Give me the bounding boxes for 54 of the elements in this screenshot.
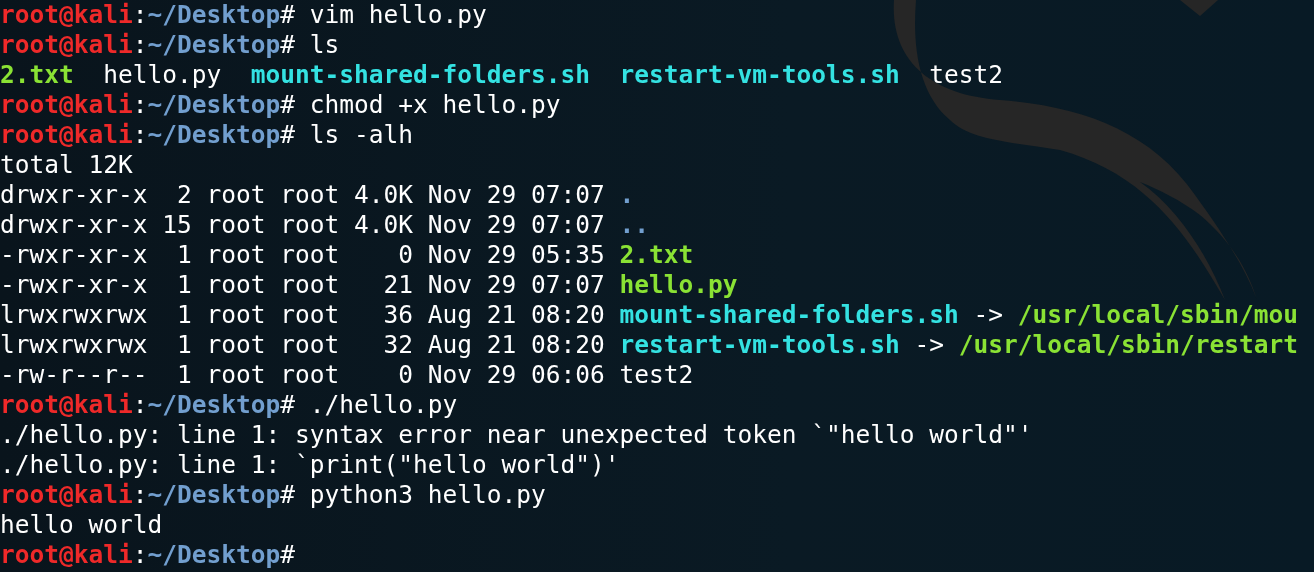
prompt-path: ~/Desktop [147,540,281,569]
file-name: 2.txt [0,60,75,89]
terminal-text: # python3 hello.py [280,480,546,509]
terminal-text: -> [914,330,946,359]
terminal-text: : [132,390,148,419]
terminal-text: lrwxrwxrwx 1 root root 36 Aug 21 08:20 [0,300,606,329]
terminal-text: -rw-r--r-- 1 root root 0 Nov 29 06:06 test2 [0,360,694,389]
prompt-path: ~/Desktop [147,120,281,149]
terminal-text: ./hello.py: line 1: syntax error near unexpected token `"hello world"' [0,420,1033,449]
link-name: mount-shared-folders.sh [250,60,592,89]
prompt-path: ~/Desktop [147,390,281,419]
terminal-text: : [132,540,148,569]
prompt-user: root@kali [0,90,133,119]
directory-name: .. [619,210,650,239]
prompt-path: ~/Desktop [147,480,281,509]
link-name: restart-vm-tools.sh [619,60,901,89]
terminal-text: : [132,0,148,29]
prompt-user: root@kali [0,540,133,569]
directory-name: . [619,180,635,209]
terminal-text: hello.py [103,60,223,89]
terminal-text: : [132,120,148,149]
file-name: 2.txt [619,240,694,269]
terminal-text: # ls -alh [280,120,414,149]
terminal-text: lrwxrwxrwx 1 root root 32 Aug 21 08:20 [0,330,606,359]
terminal-text: : [132,30,148,59]
terminal-text: drwxr-xr-x 2 root root 4.0K Nov 29 07:07 [0,180,606,209]
prompt-user: root@kali [0,0,133,29]
terminal-text: -rwxr-xr-x 1 root root 21 Nov 29 07:07 [0,270,606,299]
terminal-text: test2 [929,60,1004,89]
terminal-text: : [132,90,148,119]
terminal-text: ./hello.py: line 1: `print("hello world")' [0,450,620,479]
prompt-path: ~/Desktop [147,90,281,119]
terminal-text: total 12K [0,150,133,179]
prompt-path: ~/Desktop [147,0,281,29]
file-name: /usr/local/sbin/restart [958,330,1299,359]
file-name: hello.py [619,270,738,299]
terminal-text: hello world [0,510,163,539]
terminal-text: drwxr-xr-x 15 root root 4.0K Nov 29 07:07 [0,210,606,239]
link-name: restart-vm-tools.sh [619,330,901,359]
terminal-text: # chmod +x hello.py [280,90,561,119]
prompt-user: root@kali [0,390,133,419]
terminal-text: # [280,540,296,569]
file-name: /usr/local/sbin/mou [1017,300,1299,329]
terminal-text: -rwxr-xr-x 1 root root 0 Nov 29 05:35 [0,240,606,269]
prompt-user: root@kali [0,480,133,509]
link-name: mount-shared-folders.sh [619,300,960,329]
prompt-user: root@kali [0,30,133,59]
prompt-path: ~/Desktop [147,30,281,59]
terminal-text: # ls [280,30,340,59]
terminal-text: -> [973,300,1005,329]
terminal-text: # ./hello.py [280,390,458,419]
terminal-text: # vim hello.py [280,0,487,29]
terminal-text: : [132,480,148,509]
prompt-user: root@kali [0,120,133,149]
